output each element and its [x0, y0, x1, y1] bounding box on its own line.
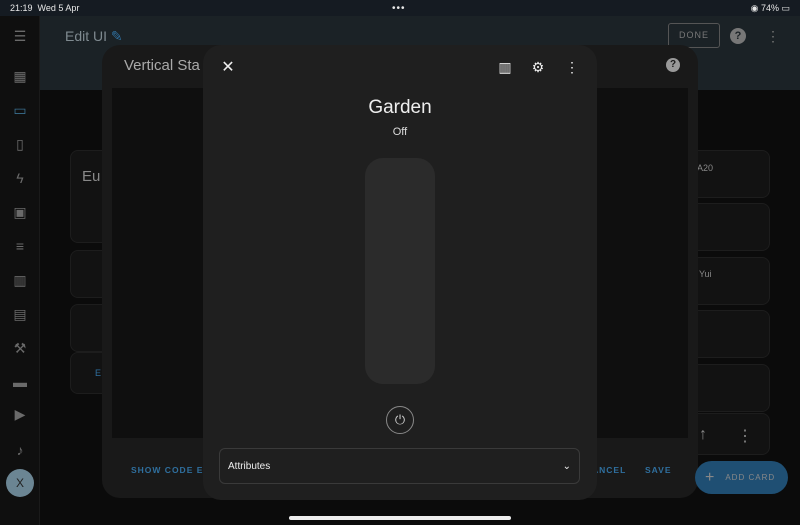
gear-icon[interactable]: ⚙ — [528, 59, 548, 76]
pencil-icon[interactable]: ✎ — [111, 28, 123, 44]
energy-icon[interactable]: ϟ — [10, 168, 30, 188]
menu-icon[interactable]: ☰ — [10, 26, 30, 46]
more-icon[interactable]: ⋮ — [766, 28, 780, 45]
show-code-editor-button[interactable]: SHOW CODE EDI — [131, 465, 214, 475]
save-button[interactable]: SAVE — [645, 465, 672, 475]
more-icon[interactable]: ⋮ — [562, 59, 582, 76]
calendar-icon[interactable]: ▤ — [10, 304, 30, 324]
sidebar: ☰ ▦ ▭ ▯ ϟ ▣ ≡ ▥ ▤ ⚒ ▬ ▶ ♪ X — [0, 16, 40, 525]
power-toggle-button[interactable]: ⏻ — [386, 406, 414, 434]
home-indicator[interactable] — [289, 516, 511, 520]
entity-name: Garden — [368, 97, 432, 118]
editor-title: Vertical Sta — [124, 57, 200, 74]
tablet-icon[interactable]: ▭ — [10, 100, 30, 120]
hacs-icon[interactable]: ▬ — [10, 372, 30, 392]
add-card-button[interactable]: + ADD CARD — [695, 461, 788, 494]
list-icon[interactable]: ≡ — [10, 236, 30, 256]
page-title: Edit UI ✎ — [65, 28, 123, 44]
plus-icon: + — [705, 468, 716, 486]
multitask-dots[interactable]: ••• — [392, 3, 406, 14]
status-time: 21:19 — [10, 3, 33, 13]
chevron-down-icon: ⌄ — [562, 460, 571, 472]
brightness-slider[interactable] — [365, 158, 435, 384]
status-bar: 21:19 Wed 5 Apr ••• ◉ 74% ▭ — [0, 0, 800, 16]
chart-icon[interactable]: ▥ — [10, 270, 30, 290]
cancel-button[interactable]: ANCEL — [592, 465, 626, 475]
avatar[interactable]: X — [6, 469, 34, 497]
person-icon[interactable]: ▣ — [10, 202, 30, 222]
attributes-label: Attributes — [228, 460, 271, 472]
history-chart-icon[interactable]: ▥ — [495, 59, 515, 76]
dashboard-icon[interactable]: ▦ — [10, 66, 30, 86]
move-up-icon[interactable]: ↑ — [699, 426, 707, 444]
close-icon[interactable]: ✕ — [218, 57, 238, 77]
bell-icon[interactable]: ♪ — [10, 440, 30, 460]
wrench-icon[interactable]: ⚒ — [10, 338, 30, 358]
more-info-dialog: ✕ ▥ ⚙ ⋮ Garden Off ⏻ Attributes ⌄ — [203, 45, 597, 500]
help-icon[interactable]: ? — [666, 58, 680, 72]
battery-level: ◉ 74% ▭ — [750, 2, 790, 13]
add-card-label: ADD CARD — [725, 473, 776, 482]
attributes-expander[interactable]: Attributes ⌄ — [219, 448, 580, 484]
help-icon[interactable]: ? — [730, 28, 746, 44]
devices-icon[interactable]: ▯ — [10, 134, 30, 154]
media-icon[interactable]: ▶ — [10, 404, 30, 424]
card-more-icon[interactable]: ⋮ — [737, 426, 753, 446]
entity-state: Off — [392, 126, 408, 138]
status-date: Wed 5 Apr — [37, 3, 80, 13]
